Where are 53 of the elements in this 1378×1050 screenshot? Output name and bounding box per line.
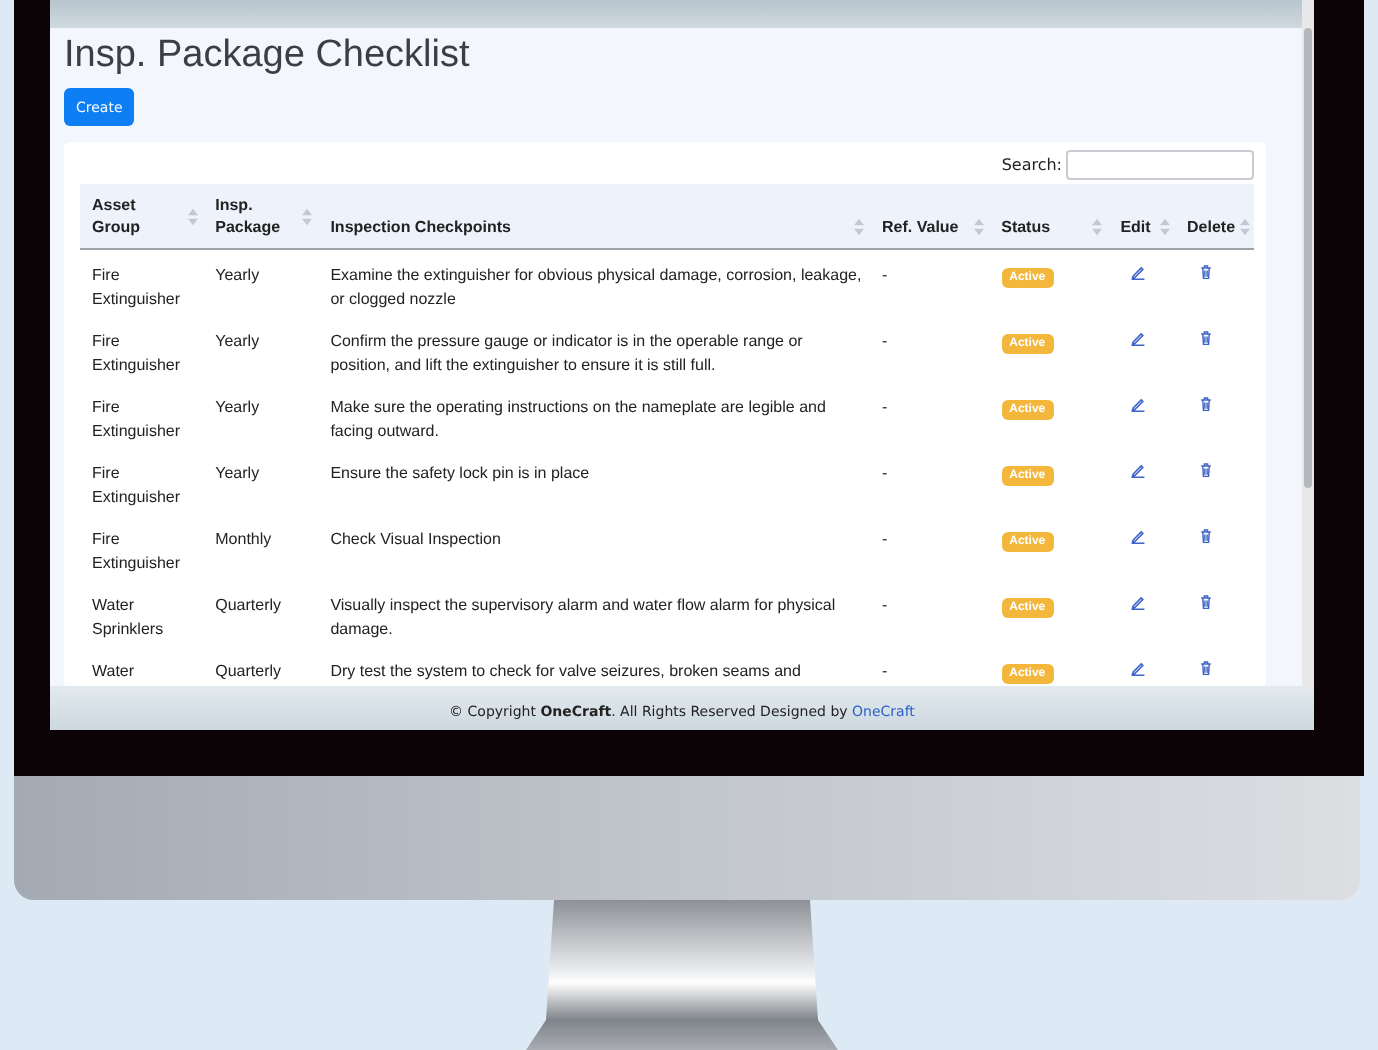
table-cell: Fire Extinguisher bbox=[92, 398, 181, 440]
table-cell: Yearly bbox=[215, 464, 260, 482]
trash-icon[interactable] bbox=[1197, 264, 1214, 280]
column-header[interactable]: Asset Group bbox=[92, 194, 184, 238]
pencil-icon[interactable] bbox=[1130, 528, 1147, 544]
table-cell: Visually inspect the supervisory alarm and water flow alarm for physical damage. bbox=[330, 596, 836, 638]
pencil-icon[interactable] bbox=[1130, 330, 1147, 346]
table-cell: Fire Extinguisher bbox=[92, 464, 181, 506]
table-cell: Yearly bbox=[215, 266, 260, 284]
trash-icon[interactable] bbox=[1197, 462, 1214, 478]
table-cell: Yearly bbox=[215, 398, 260, 416]
table-cell: Yearly bbox=[215, 332, 260, 350]
search-field[interactable] bbox=[1066, 149, 1254, 179]
column-header[interactable]: Inspection Checkpoints bbox=[330, 216, 511, 238]
trash-icon[interactable] bbox=[1197, 660, 1214, 676]
pencil-icon[interactable] bbox=[1130, 462, 1147, 478]
pencil-icon[interactable] bbox=[1130, 594, 1147, 610]
trash-icon[interactable] bbox=[1197, 396, 1214, 412]
column-header[interactable]: Insp. Package bbox=[215, 194, 299, 238]
table-cell: Water Sprinklers bbox=[92, 596, 164, 638]
table-cell: Fire Extinguisher bbox=[92, 332, 181, 374]
column-header[interactable]: Ref. Value bbox=[882, 216, 959, 238]
table-cell: Quarterly bbox=[215, 596, 282, 614]
trash-icon[interactable] bbox=[1197, 594, 1214, 610]
table-cell: - bbox=[882, 266, 888, 284]
table-cell: - bbox=[882, 662, 888, 680]
table-cell: Fire Extinguisher bbox=[92, 530, 181, 572]
table-cell: Ensure the safety lock pin is in place bbox=[330, 464, 590, 482]
page-title: Insp. Package Checklist bbox=[64, 32, 472, 80]
table-cell: Monthly bbox=[215, 530, 272, 548]
table-cell: Quarterly bbox=[215, 662, 282, 680]
pencil-icon[interactable] bbox=[1130, 660, 1147, 676]
pencil-icon[interactable] bbox=[1130, 264, 1147, 280]
table-cell: Make sure the operating instructions on the nameplate are legible and facing outward. bbox=[330, 398, 826, 440]
table-cell: Confirm the pressure gauge or indicator is in the operable range or position, and lift the extinguisher to ensure it is still full. bbox=[330, 332, 803, 374]
table-cell: Dry test the system to check for valve seizures, broken seams and bbox=[330, 662, 801, 680]
table-cell: - bbox=[882, 596, 888, 614]
trash-icon[interactable] bbox=[1197, 330, 1214, 346]
column-header[interactable]: Edit bbox=[1120, 216, 1151, 238]
table-cell: Water bbox=[92, 662, 135, 680]
table-cell: - bbox=[882, 332, 888, 350]
column-header[interactable]: Delete bbox=[1187, 216, 1236, 238]
table-cell: - bbox=[882, 530, 888, 548]
pencil-icon[interactable] bbox=[1130, 396, 1147, 412]
table-cell: - bbox=[882, 464, 888, 482]
table-cell: Fire Extinguisher bbox=[92, 266, 181, 308]
column-header[interactable]: Status bbox=[1001, 216, 1051, 238]
table-cell: - bbox=[882, 398, 888, 416]
search-label: Search: bbox=[1001, 155, 1062, 173]
trash-icon[interactable] bbox=[1197, 528, 1214, 544]
table-cell: Check Visual Inspection bbox=[330, 530, 501, 548]
table-cell: Examine the extinguisher for obvious physical damage, corrosion, leakage, or clogged nozzle bbox=[330, 266, 862, 308]
scrollbar[interactable] bbox=[1302, 0, 1314, 690]
